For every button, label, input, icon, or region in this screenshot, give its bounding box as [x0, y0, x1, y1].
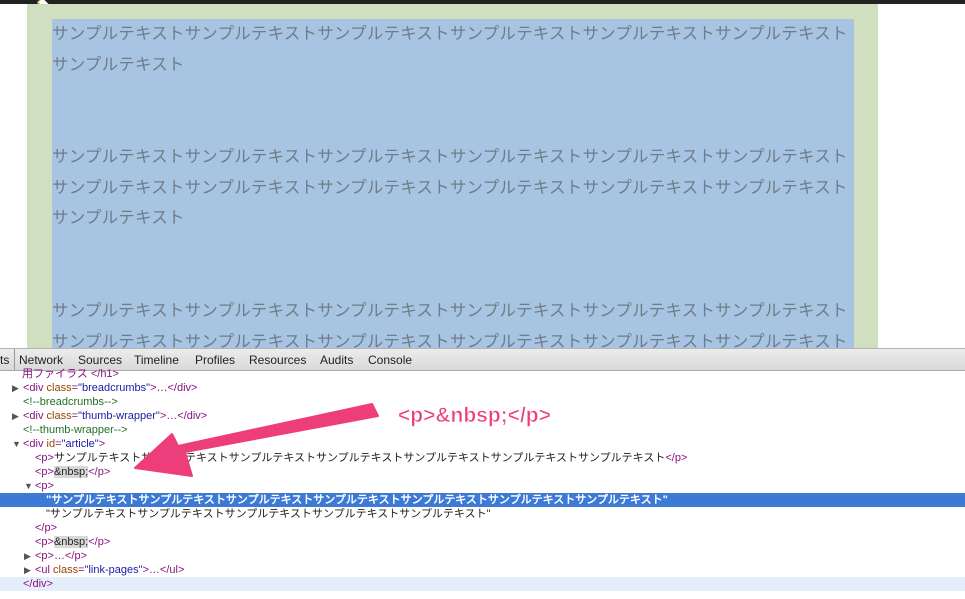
annotation-arrow-icon: [134, 403, 379, 477]
annotation-label: <p>&nbsp;</p>: [398, 404, 551, 428]
